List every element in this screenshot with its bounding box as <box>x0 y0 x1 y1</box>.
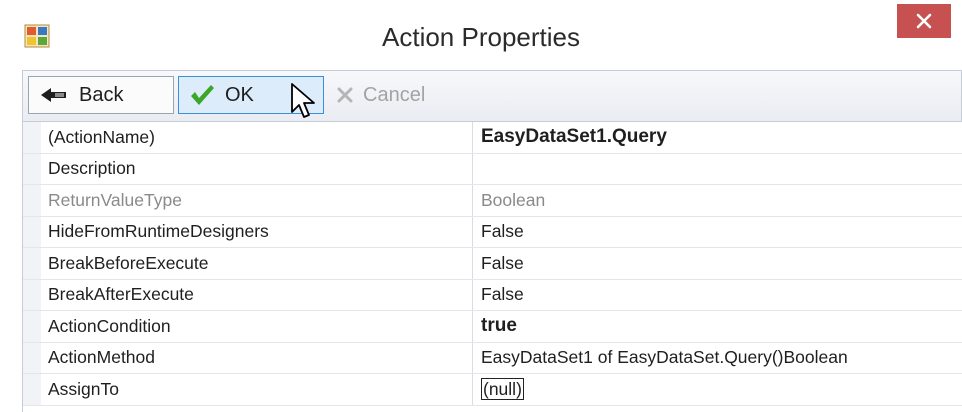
property-name: Description <box>48 153 473 184</box>
checkmark-icon <box>191 85 214 105</box>
row-margin <box>23 374 41 405</box>
property-row-hidefromruntimedesigners[interactable]: HideFromRuntimeDesigners False <box>23 216 962 248</box>
property-value[interactable]: true <box>481 311 961 342</box>
property-row-breakafterexecute[interactable]: BreakAfterExecute False <box>23 279 962 311</box>
row-margin <box>23 153 41 184</box>
assignto-value-box[interactable]: (null) <box>481 378 524 401</box>
title-bar: Action Properties <box>0 0 962 70</box>
property-value[interactable]: False <box>481 248 961 279</box>
property-row-breakbeforeexecute[interactable]: BreakBeforeExecute False <box>23 248 962 280</box>
property-row-assignto[interactable]: AssignTo (null) <box>23 374 962 406</box>
back-button-label: Back <box>79 83 124 106</box>
property-name: BreakAfterExecute <box>48 279 473 310</box>
property-row-actionname[interactable]: (ActionName) EasyDataSet1.Query <box>23 122 962 154</box>
cancel-button-label: Cancel <box>363 83 426 106</box>
property-value-cell[interactable]: (null) <box>481 374 961 405</box>
property-row-returnvaluetype[interactable]: ReturnValueType Boolean <box>23 185 962 217</box>
mouse-pointer-icon <box>291 83 315 118</box>
back-button[interactable]: Back <box>28 76 174 114</box>
close-icon <box>916 13 932 29</box>
property-name: ReturnValueType <box>48 185 473 216</box>
property-value[interactable]: False <box>481 280 961 311</box>
x-cancel-icon <box>337 87 353 103</box>
toolbar: Back OK Cancel <box>0 70 962 122</box>
property-value[interactable]: False <box>481 217 961 248</box>
property-name: HideFromRuntimeDesigners <box>48 216 473 247</box>
property-row-actioncondition[interactable]: ActionCondition true <box>23 311 962 343</box>
row-margin <box>23 185 41 216</box>
row-margin <box>23 342 41 373</box>
back-arrow-icon <box>41 88 66 102</box>
window-title: Action Properties <box>382 22 580 52</box>
row-margin <box>23 311 41 342</box>
property-row-description[interactable]: Description <box>23 153 962 185</box>
property-name: ActionMethod <box>48 342 473 373</box>
row-margin <box>23 122 41 153</box>
property-row-actionmethod[interactable]: ActionMethod EasyDataSet1 of EasyDataSet… <box>23 342 962 374</box>
row-margin <box>23 279 41 310</box>
property-value: Boolean <box>481 189 546 210</box>
property-name: AssignTo <box>48 374 473 405</box>
property-value[interactable] <box>481 154 961 185</box>
property-name: BreakBeforeExecute <box>48 248 473 279</box>
property-value[interactable]: EasyDataSet1.Query <box>481 122 961 153</box>
property-value[interactable]: EasyDataSet1 of EasyDataSet.Query()Boole… <box>481 343 961 374</box>
property-grid: (ActionName) EasyDataSet1.Query Descript… <box>22 122 962 412</box>
ok-button-label: OK <box>225 83 254 106</box>
close-button[interactable] <box>897 4 951 38</box>
property-name: (ActionName) <box>48 122 473 153</box>
cancel-button[interactable]: Cancel <box>327 76 473 114</box>
row-margin <box>23 216 41 247</box>
action-properties-window: Action Properties Back OK Cancel (Action… <box>0 0 962 412</box>
row-margin <box>23 248 41 279</box>
property-name: ActionCondition <box>48 311 473 342</box>
